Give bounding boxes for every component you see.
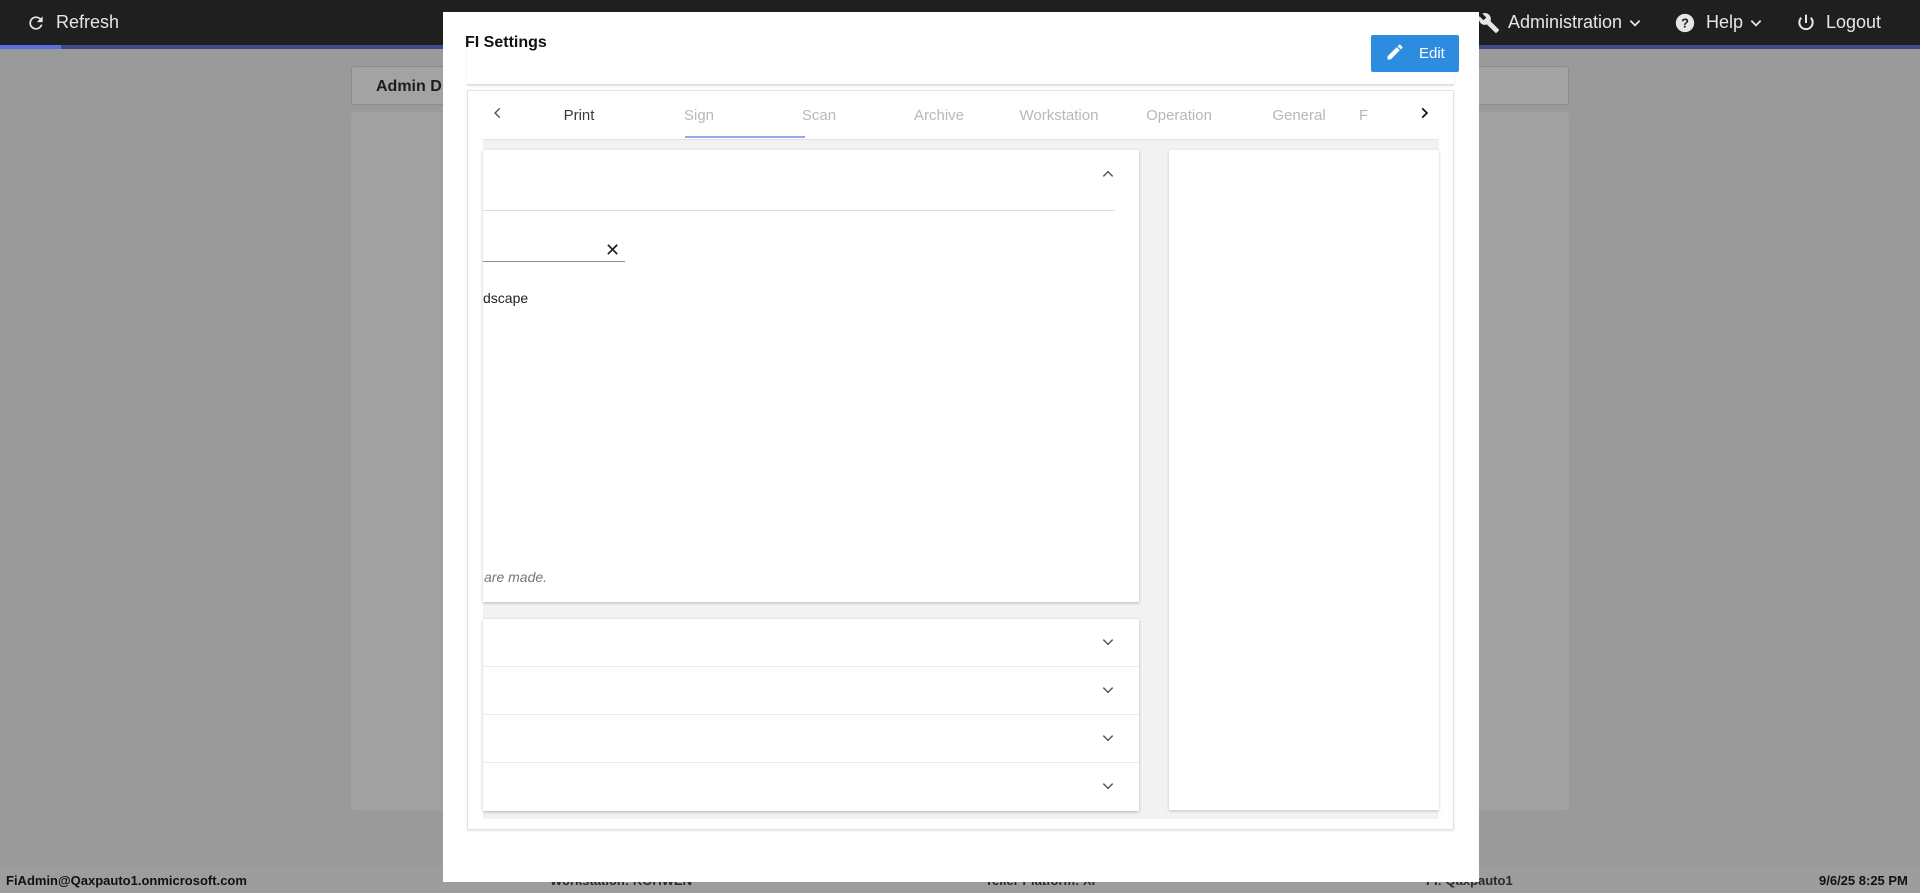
tab-general[interactable]: General	[1239, 91, 1359, 140]
chevron-down-icon	[1101, 683, 1115, 702]
chevron-down-icon	[1101, 779, 1115, 798]
accordion-row[interactable]	[483, 667, 1139, 715]
refresh-label: Refresh	[56, 12, 120, 32]
help-label: Help	[1706, 12, 1744, 32]
logout-button[interactable]: Logout	[1796, 0, 1881, 45]
edit-label: Edit	[1419, 45, 1445, 62]
settings-tabs: Print Sign Scan Archive Workstation Oper…	[483, 91, 1439, 140]
chevron-down-icon	[1101, 731, 1115, 750]
dialog-header	[467, 34, 1454, 85]
orientation-option[interactable]: dscape	[483, 290, 528, 306]
settings-card	[483, 150, 1139, 602]
tab-print[interactable]: Print	[519, 91, 639, 140]
loading-progress	[0, 45, 61, 49]
accordion-row[interactable]	[483, 619, 1139, 667]
tab-scroll-left[interactable]	[483, 91, 513, 140]
svg-text:?: ?	[1681, 15, 1689, 30]
chevron-right-icon	[1417, 106, 1431, 125]
edit-button[interactable]: Edit	[1371, 35, 1459, 72]
chevron-up-icon	[1101, 168, 1115, 185]
tab-archive[interactable]: Archive	[879, 91, 999, 140]
chevron-left-icon	[491, 106, 505, 125]
background-tab-label: Admin D	[376, 78, 442, 95]
tab-workstation[interactable]: Workstation	[999, 91, 1119, 140]
tab-sign[interactable]: Sign	[639, 91, 759, 140]
tab-scroll-right[interactable]	[1409, 91, 1439, 140]
power-icon	[1796, 13, 1816, 33]
collapse-button[interactable]	[1101, 167, 1115, 186]
accordion-row[interactable]	[483, 763, 1139, 811]
accordion-row[interactable]	[483, 715, 1139, 763]
help-icon: ?	[1674, 12, 1696, 34]
administration-label: Administration	[1508, 12, 1623, 32]
card-divider	[483, 210, 1115, 211]
card-note: are made.	[484, 569, 548, 585]
chevron-down-icon	[1749, 16, 1763, 30]
chevron-down-icon	[1628, 16, 1642, 30]
refresh-icon	[26, 13, 46, 33]
help-menu[interactable]: ? Help	[1674, 0, 1763, 45]
tab-operation[interactable]: Operation	[1119, 91, 1239, 140]
refresh-button[interactable]: Refresh	[26, 0, 119, 45]
administration-menu[interactable]: Administration	[1478, 0, 1642, 45]
status-user: FiAdmin@Qaxpauto1.onmicrosoft.com	[6, 873, 247, 888]
active-tab-indicator	[685, 136, 805, 138]
text-field-underline[interactable]	[483, 261, 625, 262]
dialog-title: FI Settings	[465, 34, 547, 51]
status-datetime: 9/6/25 8:25 PM	[1819, 873, 1908, 888]
side-panel	[1169, 150, 1439, 810]
chevron-down-icon	[1101, 635, 1115, 654]
tab-partial[interactable]: F	[1359, 91, 1409, 140]
pencil-icon	[1371, 42, 1405, 66]
wrench-icon	[1478, 12, 1500, 34]
clear-icon[interactable]: ✕	[605, 240, 620, 261]
logout-label: Logout	[1826, 12, 1882, 32]
tab-scan[interactable]: Scan	[759, 91, 879, 140]
